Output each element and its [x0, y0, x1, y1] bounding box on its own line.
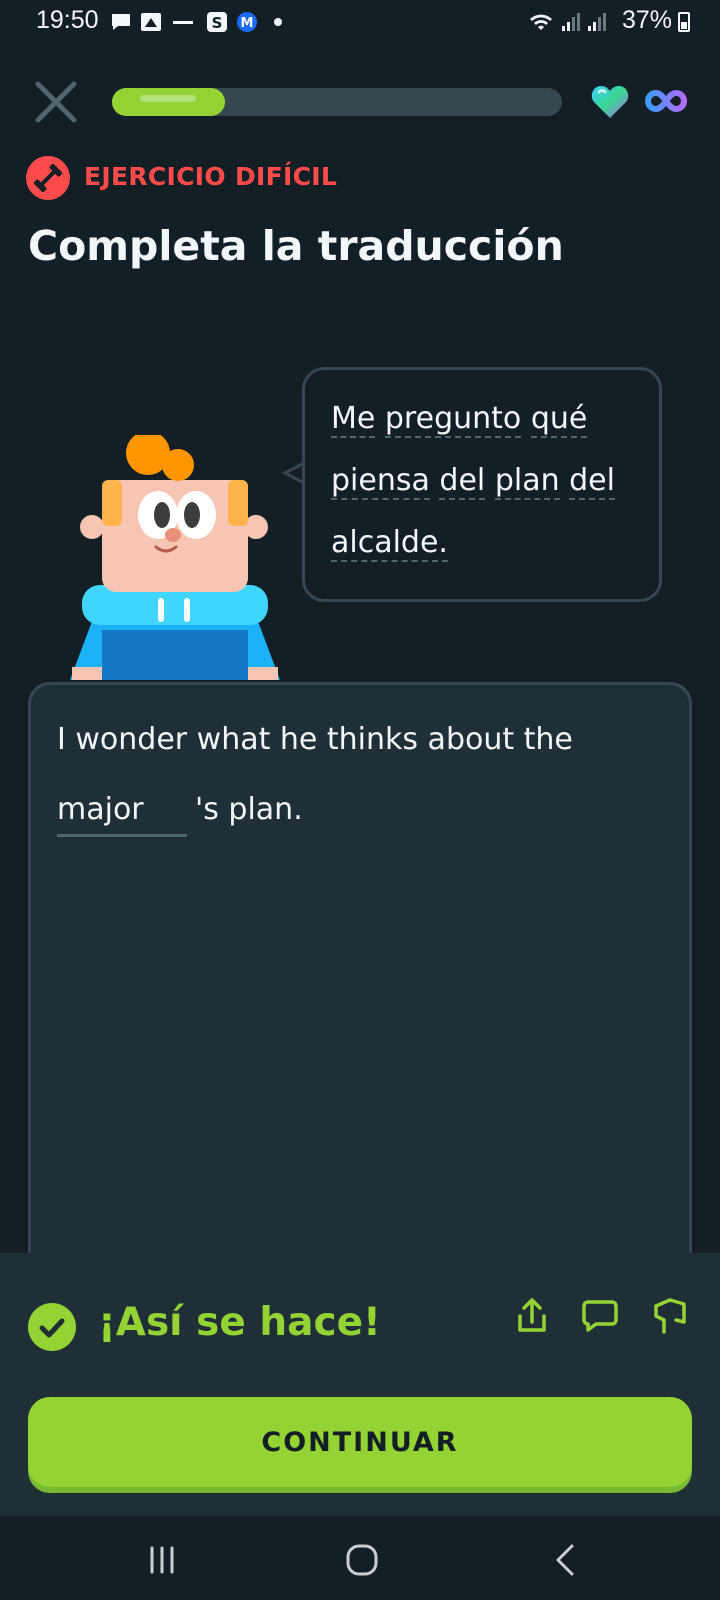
s-app-icon: S	[207, 12, 227, 32]
m-app-icon: M	[237, 12, 257, 32]
translation-sentence: I wonder what he thinks about the major '…	[57, 705, 657, 845]
answer-panel: I wonder what he thinks about the major '…	[28, 682, 692, 1302]
heart-icon[interactable]	[590, 84, 630, 120]
prompt-word[interactable]: del	[569, 463, 615, 500]
dot-icon	[274, 18, 282, 26]
speech-bubble: Me pregunto qué piensa del plan del alca…	[302, 367, 662, 602]
prompt-word[interactable]: pregunto	[384, 401, 522, 438]
feedback-title: ¡Así se hace!	[98, 1300, 381, 1345]
lesson-progress-bar	[112, 88, 562, 116]
check-icon	[28, 1303, 76, 1351]
hard-exercise-label: EJERCICIO DIFÍCIL	[84, 162, 338, 191]
comment-icon[interactable]	[580, 1296, 620, 1336]
continue-button[interactable]: CONTINUAR	[28, 1397, 692, 1487]
share-icon[interactable]	[512, 1296, 552, 1336]
signal-icon	[588, 13, 606, 31]
character-illustration	[70, 435, 280, 680]
message-icon	[112, 14, 130, 30]
svg-text:S: S	[212, 14, 223, 32]
dumbbell-icon	[26, 156, 70, 200]
lesson-progress-fill	[112, 88, 225, 116]
close-icon[interactable]	[34, 80, 78, 124]
prompt-word[interactable]: Me	[331, 401, 376, 438]
gallery-icon	[141, 13, 161, 31]
wifi-icon	[530, 14, 552, 30]
home-icon[interactable]	[342, 1540, 382, 1580]
prompt-sentence: Me pregunto qué piensa del plan del alca…	[331, 388, 641, 574]
prompt-word[interactable]: qué	[530, 401, 588, 438]
recent-apps-icon[interactable]	[142, 1540, 182, 1580]
infinity-icon	[644, 89, 688, 113]
prompt-word[interactable]: alcalde.	[331, 525, 448, 562]
answer-blank-input[interactable]: major	[57, 786, 187, 837]
battery-icon	[678, 12, 690, 32]
prompt-word[interactable]: piensa	[331, 463, 430, 500]
back-icon[interactable]	[548, 1540, 588, 1580]
prompt-word[interactable]: plan	[494, 463, 560, 500]
page-title: Completa la traducción	[28, 222, 564, 270]
signal-icon	[562, 13, 580, 31]
sentence-text: I wonder what he thinks about the	[57, 722, 573, 757]
svg-text:M: M	[241, 16, 254, 31]
prompt-word[interactable]: del	[439, 463, 486, 500]
app-icon	[173, 21, 193, 24]
progress-shine	[140, 95, 196, 102]
sentence-text: 's plan.	[195, 792, 303, 827]
battery-percent: 37%	[621, 6, 672, 34]
status-time: 19:50	[36, 6, 99, 34]
flag-icon[interactable]	[650, 1296, 690, 1336]
